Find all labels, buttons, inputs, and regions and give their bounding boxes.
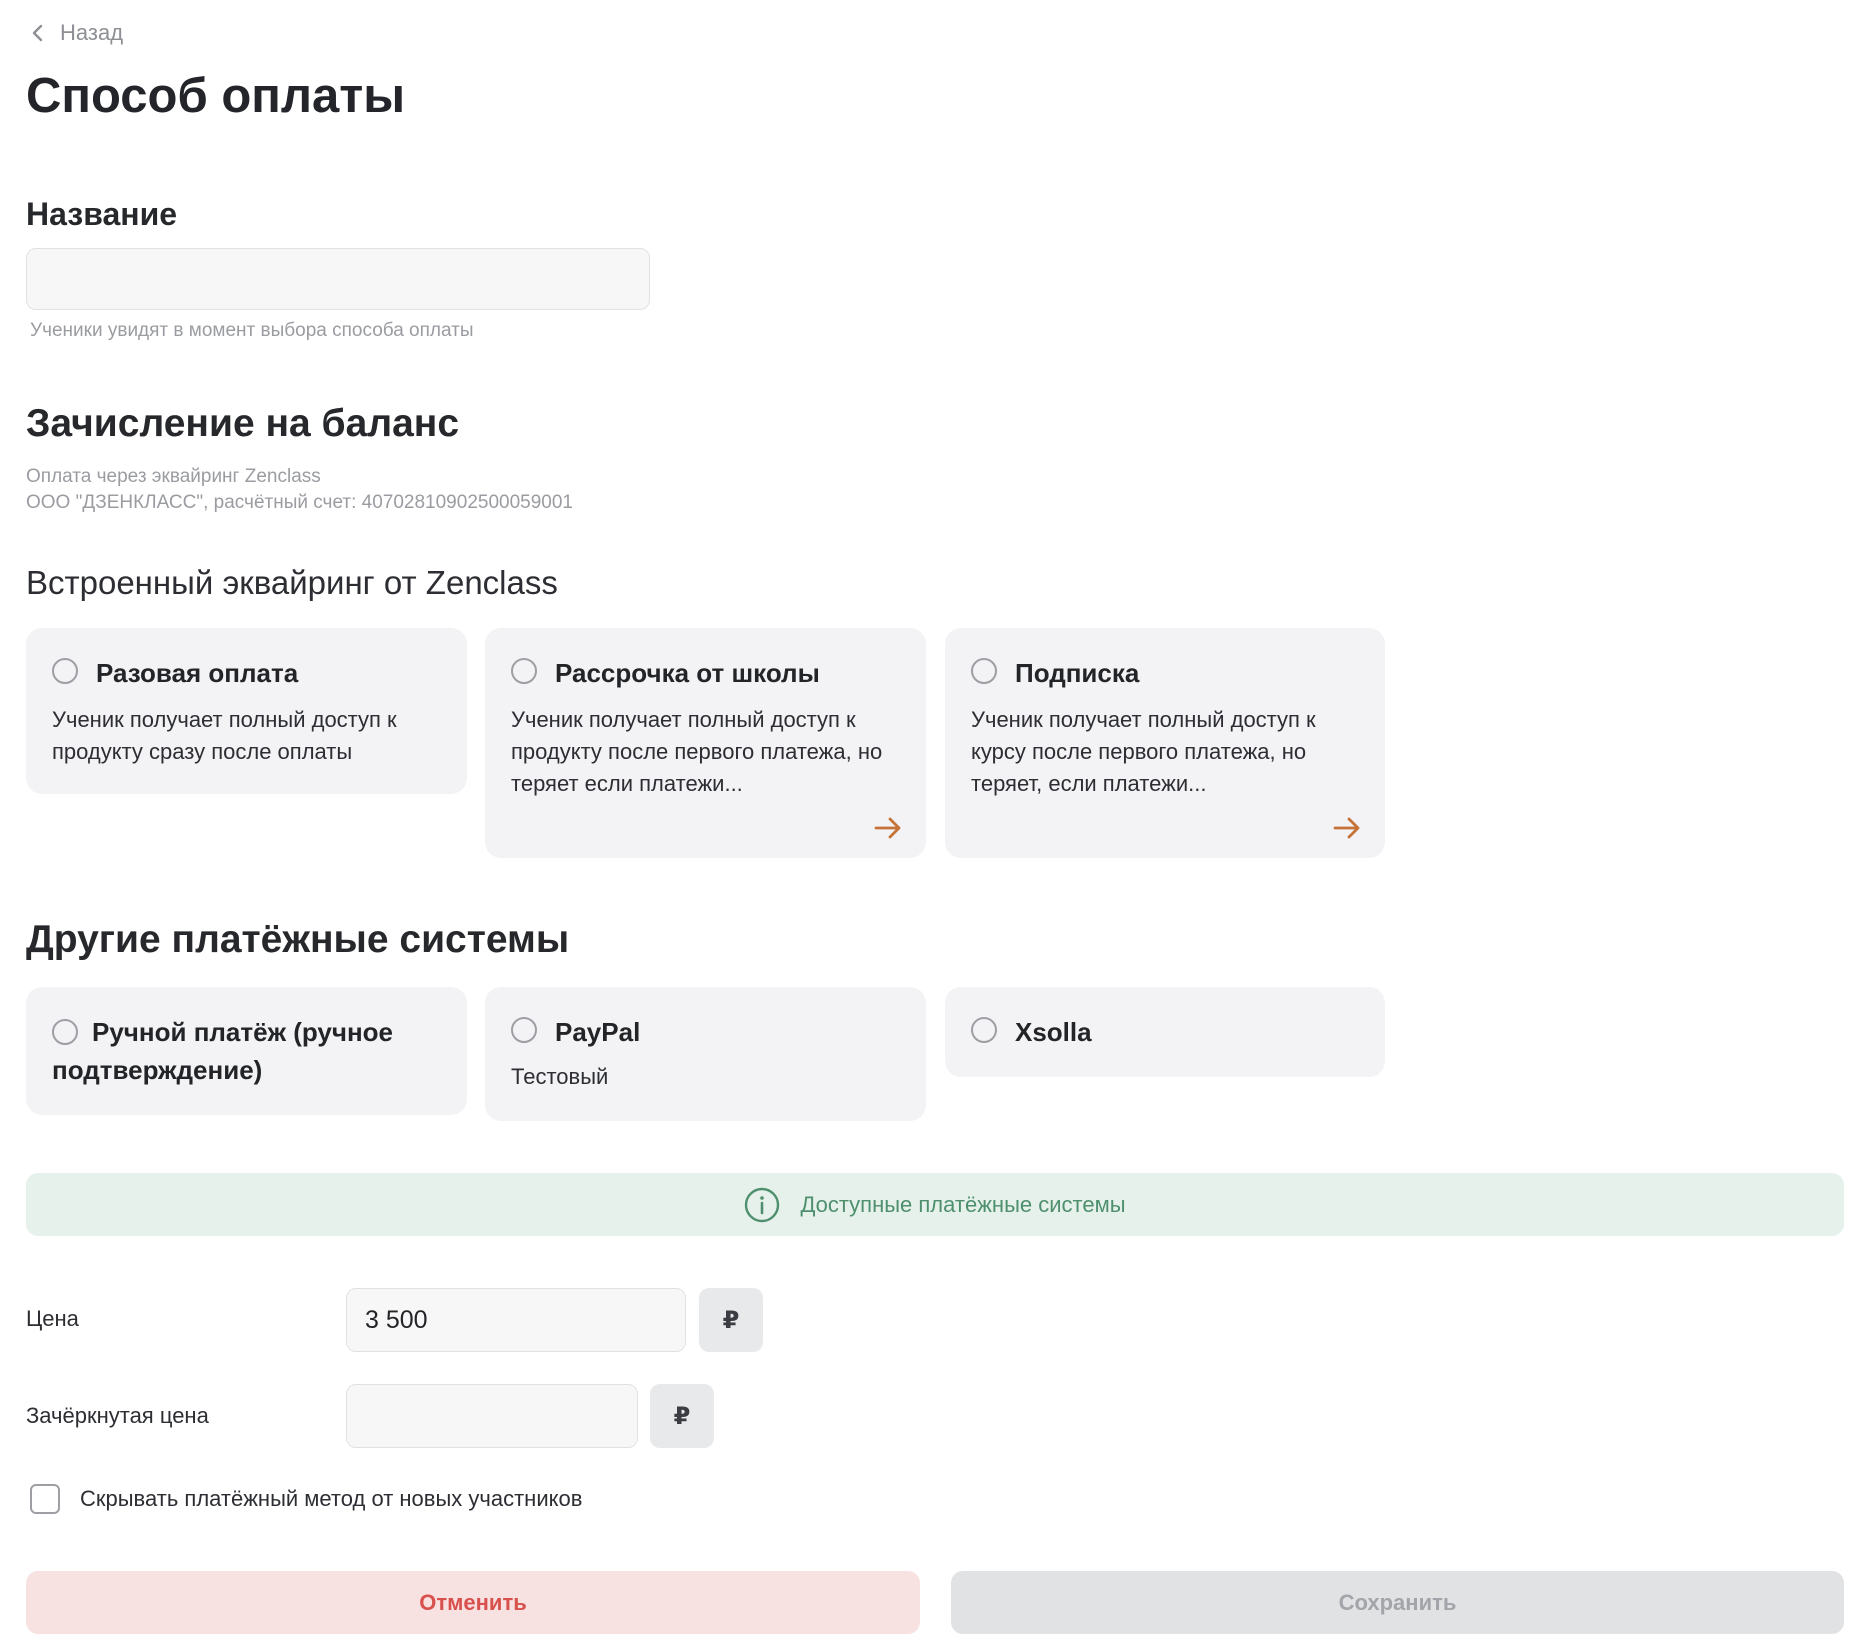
price-currency-button[interactable]: ₽ bbox=[699, 1288, 763, 1352]
radio-button[interactable] bbox=[52, 658, 78, 684]
radio-button[interactable] bbox=[971, 658, 997, 684]
option-description: Ученик получает полный доступ к курсу по… bbox=[971, 707, 1316, 796]
option-manual-payment[interactable]: Ручной платёж (ручное подтверждение) bbox=[26, 987, 467, 1115]
save-button[interactable]: Сохранить bbox=[951, 1571, 1844, 1634]
option-installment[interactable]: Рассрочка от школы Ученик получает полны… bbox=[485, 628, 926, 858]
strike-price-input[interactable] bbox=[346, 1384, 638, 1448]
name-input[interactable] bbox=[26, 248, 650, 310]
option-one-time-payment[interactable]: Разовая оплата Ученик получает полный до… bbox=[26, 628, 467, 794]
price-input[interactable] bbox=[346, 1288, 686, 1352]
name-heading: Название bbox=[26, 196, 178, 232]
option-subscription[interactable]: Подписка Ученик получает полный доступ к… bbox=[945, 628, 1385, 858]
option-description: Ученик получает полный доступ к продукту… bbox=[511, 707, 883, 796]
hide-method-option[interactable]: Скрывать платёжный метод от новых участн… bbox=[30, 1484, 582, 1514]
available-payment-systems-banner[interactable]: Доступные платёжные системы bbox=[26, 1173, 1844, 1236]
option-description: Тестовый bbox=[511, 1064, 609, 1089]
option-title: Разовая оплата bbox=[96, 658, 299, 688]
hide-method-label: Скрывать платёжный метод от новых участн… bbox=[80, 1486, 583, 1511]
price-label: Цена bbox=[26, 1306, 79, 1331]
option-title: PayPal bbox=[555, 1017, 641, 1047]
name-hint: Ученики увидят в момент выбора способа о… bbox=[30, 320, 474, 341]
option-title: Xsolla bbox=[1015, 1017, 1092, 1047]
other-systems-heading: Другие платёжные системы bbox=[26, 918, 570, 961]
info-icon bbox=[745, 1187, 780, 1222]
radio-button[interactable] bbox=[511, 1017, 537, 1043]
page-title: Способ оплаты bbox=[26, 69, 406, 123]
radio-button[interactable] bbox=[971, 1017, 997, 1043]
acquiring-heading: Встроенный эквайринг от Zenclass bbox=[26, 564, 558, 601]
hide-method-checkbox[interactable] bbox=[30, 1484, 60, 1514]
option-description: Ученик получает полный доступ к продукту… bbox=[52, 707, 397, 764]
arrow-right-icon[interactable] bbox=[1331, 812, 1363, 844]
balance-heading: Зачисление на баланс bbox=[26, 402, 460, 445]
radio-button[interactable] bbox=[52, 1019, 78, 1045]
balance-desc-line2: ООО "ДЗЕНКЛАСС", расчётный счет: 4070281… bbox=[26, 492, 573, 513]
cancel-button[interactable]: Отменить bbox=[26, 1571, 920, 1634]
back-link[interactable]: Назад bbox=[30, 20, 123, 46]
option-title: Подписка bbox=[1015, 658, 1140, 688]
balance-desc-line1: Оплата через эквайринг Zenclass bbox=[26, 466, 321, 487]
arrow-right-icon[interactable] bbox=[872, 812, 904, 844]
strike-price-label: Зачёркнутая цена bbox=[26, 1403, 209, 1428]
radio-button[interactable] bbox=[511, 658, 537, 684]
strike-price-currency-button[interactable]: ₽ bbox=[650, 1384, 714, 1448]
option-title: Ручной платёж (ручное подтверждение) bbox=[52, 1017, 394, 1085]
back-label: Назад bbox=[60, 20, 124, 45]
option-xsolla[interactable]: Xsolla bbox=[945, 987, 1385, 1077]
option-paypal[interactable]: PayPal Тестовый bbox=[485, 987, 926, 1121]
chevron-left-icon bbox=[32, 24, 43, 42]
balance-description: Оплата через эквайринг Zenclass ООО "ДЗЕ… bbox=[26, 464, 573, 516]
option-title: Рассрочка от школы bbox=[555, 658, 820, 688]
banner-text: Доступные платёжные системы bbox=[800, 1191, 1126, 1217]
